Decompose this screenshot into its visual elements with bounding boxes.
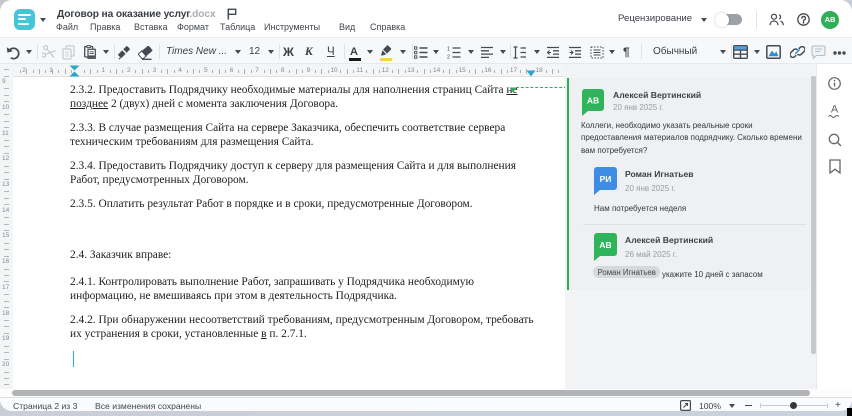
svg-text:А: А [831, 104, 839, 116]
svg-text:1: 1 [447, 47, 450, 53]
svg-text:2: 2 [447, 55, 450, 60]
svg-text:АВ: АВ [599, 240, 611, 250]
svg-text:АВ: АВ [587, 96, 599, 106]
svg-text:РИ: РИ [600, 174, 612, 184]
